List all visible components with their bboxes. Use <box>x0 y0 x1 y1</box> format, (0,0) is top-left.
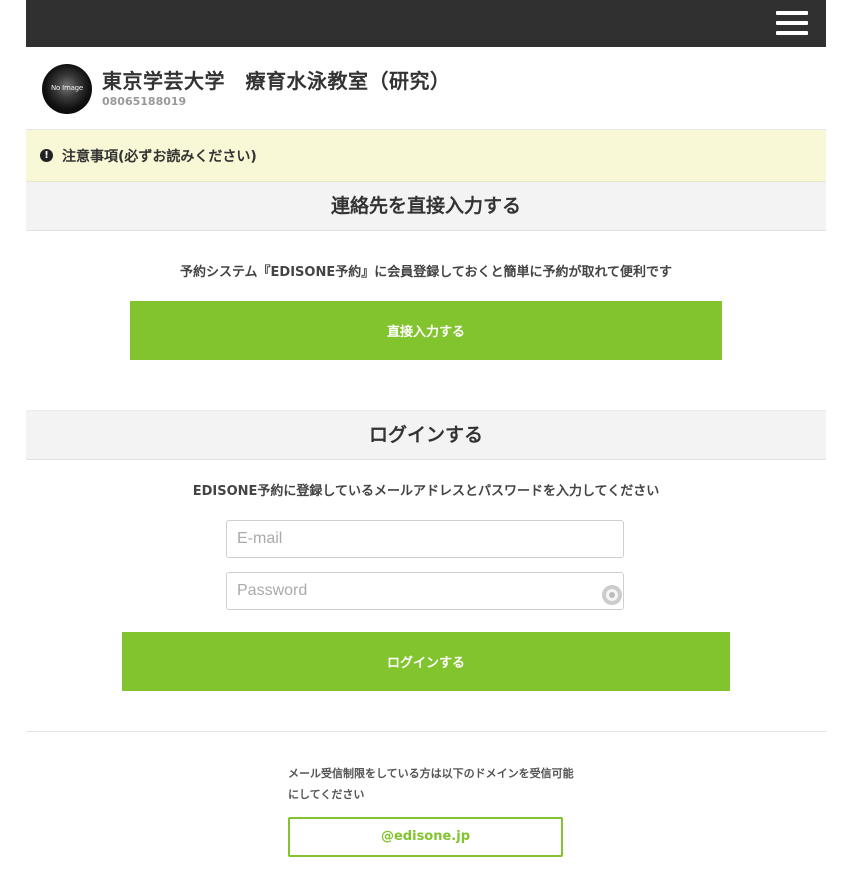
domain-box: @edisone.jp <box>288 817 563 857</box>
mail-note: メール受信制限をしている方は以下のドメインを受信可能にしてください <box>288 767 574 801</box>
show-password-icon[interactable] <box>602 585 622 605</box>
top-bar <box>26 0 826 47</box>
notice-banner[interactable]: ! 注意事項(必ずお読みください) <box>26 130 826 182</box>
menu-icon[interactable] <box>776 11 808 35</box>
login-description: EDISONE予約に登録しているメールアドレスとパスワードを入力してください <box>192 484 660 499</box>
shop-header: No Image 東京学芸大学 療育水泳教室（研究） 08065188019 <box>26 47 826 130</box>
login-section-title: ログインする <box>26 410 826 460</box>
direct-input-button[interactable]: 直接入力する <box>130 301 722 360</box>
login-button[interactable]: ログインする <box>122 632 730 691</box>
password-field[interactable] <box>226 572 624 610</box>
divider <box>26 731 826 732</box>
notice-text: 注意事項(必ずお読みください) <box>62 149 257 165</box>
page: No Image 東京学芸大学 療育水泳教室（研究） 08065188019 !… <box>26 0 826 875</box>
shop-name: 東京学芸大学 療育水泳教室（研究） <box>102 69 451 93</box>
shop-phone: 08065188019 <box>102 95 187 108</box>
shop-logo: No Image <box>42 64 92 114</box>
direct-section-title: 連絡先を直接入力する <box>26 182 826 231</box>
email-field[interactable] <box>226 520 624 558</box>
logo-text: No Image <box>50 84 84 92</box>
direct-description: 予約システム『EDISONE予約』に会員登録しておくと簡単に予約が取れて便利です <box>179 265 673 280</box>
exclamation-icon: ! <box>40 149 53 162</box>
